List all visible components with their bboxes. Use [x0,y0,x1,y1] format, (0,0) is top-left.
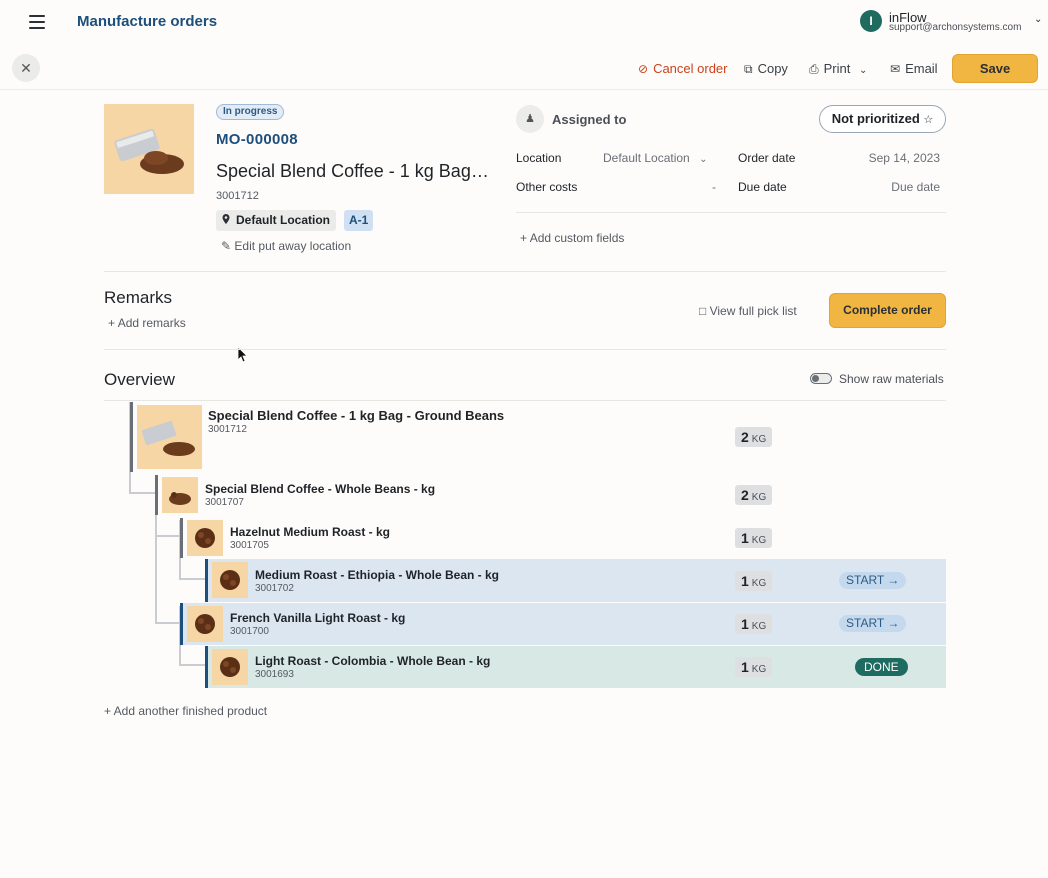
pencil-icon: ✎ [221,239,232,253]
divider [104,271,946,272]
row-sku: 3001693 [255,669,294,680]
row-name[interactable]: Special Blend Coffee - 1 kg Bag - Ground… [208,408,504,423]
tree-connector [179,578,206,580]
other-costs-field[interactable]: - [660,180,716,194]
row-thumbnail [187,606,223,642]
raw-materials-toggle[interactable] [810,373,832,384]
add-remarks-link[interactable]: + Add remarks [108,316,186,330]
row-sku: 3001702 [255,583,294,594]
row-thumbnail [137,405,202,469]
star-icon: ☆ [923,114,934,126]
order-number: MO-000008 [216,131,298,148]
quantity-badge: 1 KG [735,528,773,548]
row-thumbnail [212,649,248,685]
cancel-order-button[interactable]: ⊘ Cancel order [638,61,728,76]
row-name[interactable]: Special Blend Coffee - Whole Beans - kg [205,482,435,496]
done-badge: DONE [855,658,908,676]
email-icon: ✉ [890,62,901,76]
quantity-badge: 2 KG [735,427,773,447]
sublocation-chip[interactable]: A-1 [344,210,374,231]
row-name[interactable]: Light Roast - Colombia - Whole Bean - kg [255,654,490,668]
quantity-badge: 2 KG [735,485,773,505]
top-bar: Manufacture orders I inFlow support@arch… [0,0,1048,44]
order-date-label: Order date [738,151,796,165]
location-select[interactable]: Default Location ⌄ [603,151,707,165]
row-name[interactable]: Medium Roast - Ethiopia - Whole Bean - k… [255,568,499,582]
remarks-heading: Remarks [104,288,173,307]
row-accent [180,603,183,645]
quantity-badge: 1 KG [735,614,773,634]
tree-connector [179,664,206,666]
row-thumbnail [212,562,248,598]
assigned-to-label[interactable]: Assigned to [552,112,626,127]
plus-icon: + [108,316,116,330]
row-accent [205,646,208,688]
other-costs-label: Other costs [516,180,578,194]
location-pin-icon [222,214,230,224]
menu-icon[interactable] [27,13,47,29]
raw-materials-label: Show raw materials [839,372,944,386]
start-button[interactable]: START → [839,572,907,589]
row-name[interactable]: Hazelnut Medium Roast - kg [230,525,390,539]
row-sku: 3001705 [230,540,269,551]
save-button[interactable]: Save [952,54,1038,83]
row-accent [130,402,133,472]
divider [516,212,946,213]
complete-order-button[interactable]: Complete order [829,293,946,328]
due-date-label: Due date [738,180,787,194]
due-date-field[interactable]: Due date [840,180,940,194]
copy-icon: ⧉ [744,62,753,76]
plus-icon: + [520,231,528,245]
tree-connector [155,622,181,624]
chevron-down-icon: ⌄ [699,154,708,165]
product-image[interactable] [104,104,194,194]
edit-putaway-link[interactable]: ✎ Edit put away location [221,239,351,253]
document-icon: □ [699,304,707,318]
status-badge: In progress [216,104,285,120]
tree-connector [155,535,181,537]
divider [104,349,946,350]
user-icon[interactable]: ♟ [516,105,544,133]
print-button[interactable]: ⎙ Print ⌄ [809,61,867,77]
priority-button[interactable]: Not prioritized ☆ [819,105,946,133]
row-sku: 3001712 [208,424,247,435]
row-thumbnail [187,520,223,556]
tree-connector [129,492,157,494]
close-button[interactable]: ✕ [12,54,40,82]
chevron-down-icon[interactable]: ⌄ [1034,14,1042,25]
row-sku: 3001700 [230,626,269,637]
location-label: Location [516,151,562,165]
start-button[interactable]: START → [839,615,907,632]
divider [0,89,1048,90]
row-sku: 3001707 [205,497,244,508]
row-accent [180,518,183,558]
quantity-badge: 1 KG [735,657,773,677]
page-title: Manufacture orders [77,13,218,30]
print-icon: ⎙ [809,62,819,76]
row-name[interactable]: French Vanilla Light Roast - kg [230,611,405,625]
quantity-badge: 1 KG [735,571,773,591]
product-sku: 3001712 [216,190,259,202]
email-button[interactable]: ✉ Email [890,61,938,76]
cancel-icon: ⊘ [638,62,649,76]
add-custom-fields-link[interactable]: + Add custom fields [520,231,624,245]
row-accent [205,559,208,602]
location-chip[interactable]: Default Location [216,210,337,231]
copy-button[interactable]: ⧉ Copy [744,61,788,77]
divider [104,400,946,401]
avatar[interactable]: I [860,10,882,32]
add-finished-product-link[interactable]: + Add another finished product [104,704,267,718]
product-name[interactable]: Special Blend Coffee - 1 kg Bag - Ground… [216,161,491,182]
user-email: support@archonsystems.com [889,22,1022,33]
row-thumbnail [162,477,198,513]
view-pick-list-link[interactable]: □ View full pick list [699,304,797,318]
order-date-field[interactable]: Sep 14, 2023 [840,151,940,165]
row-accent [155,475,158,515]
overview-heading: Overview [104,370,175,389]
chevron-down-icon: ⌄ [858,65,868,76]
